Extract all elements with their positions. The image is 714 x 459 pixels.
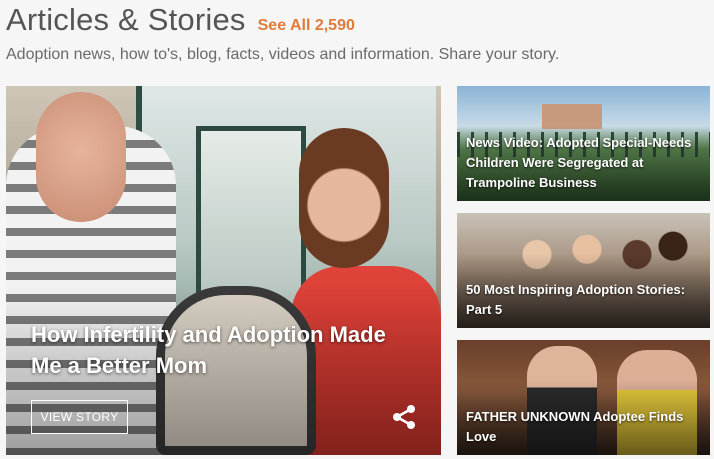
story-card-title[interactable]: 50 Most Inspiring Adoption Stories: Part… — [466, 280, 706, 320]
featured-story-title[interactable]: How Infertility and Adoption Made Me a B… — [31, 319, 411, 381]
story-card-trampoline[interactable]: News Video: Adopted Special-Needs Childr… — [457, 86, 710, 201]
featured-story[interactable]: How Infertility and Adoption Made Me a B… — [6, 86, 441, 455]
share-icon[interactable] — [390, 403, 418, 431]
featured-photo-woman-head — [299, 128, 389, 268]
story-card-father-unknown[interactable]: FATHER UNKNOWN Adoptee Finds Love — [457, 340, 710, 455]
story-card-title[interactable]: FATHER UNKNOWN Adoptee Finds Love — [466, 407, 706, 447]
section-title: Articles & Stories — [6, 2, 246, 37]
see-all-link[interactable]: See All 2,590 — [258, 17, 355, 35]
section-subtitle: Adoption news, how to's, blog, facts, vi… — [6, 46, 560, 63]
story-card-title[interactable]: News Video: Adopted Special-Needs Childr… — [466, 133, 706, 193]
section-header: Articles & Stories See All 2,590 — [6, 2, 355, 38]
story-card-inspiring[interactable]: 50 Most Inspiring Adoption Stories: Part… — [457, 213, 710, 328]
view-story-button[interactable]: VIEW STORY — [31, 400, 128, 434]
featured-photo-man-head — [36, 92, 126, 222]
